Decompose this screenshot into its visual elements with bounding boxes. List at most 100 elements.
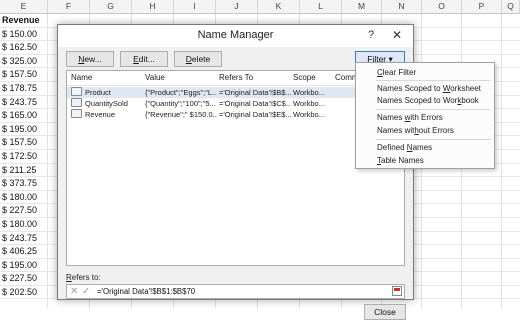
revenue-cell[interactable]: $ 162.50 — [0, 41, 50, 55]
menu-item-defined-names[interactable]: Defined Names — [377, 143, 432, 152]
column-header-e[interactable]: E — [0, 0, 48, 13]
column-header-p[interactable]: P — [462, 0, 502, 13]
revenue-cell[interactable]: $ 150.00 — [0, 28, 50, 42]
revenue-cell[interactable]: $ 157.50 — [0, 136, 50, 150]
refers-to-label: Refers to: — [66, 273, 101, 282]
menu-item-label: ith Errors — [410, 113, 443, 122]
column-header-k[interactable]: K — [258, 0, 300, 13]
menu-item-label-pre: Defined — [377, 143, 407, 152]
column-header-m[interactable]: M — [342, 0, 382, 13]
name-cell: Product — [71, 87, 143, 98]
revenue-cell[interactable]: $ 180.00 — [0, 218, 50, 232]
revenue-cell[interactable]: $ 172.50 — [0, 150, 50, 164]
menu-separator — [376, 109, 491, 110]
menu-item-clear-filter[interactable]: Clear Filter — [377, 68, 416, 77]
refers-to-label-text: efers to: — [71, 273, 101, 282]
column-header-f[interactable]: F — [48, 0, 90, 13]
refers-to-cell: ='Original Data'!$B$... — [219, 88, 291, 97]
revenue-cell[interactable]: $ 165.00 — [0, 109, 50, 123]
column-header-i[interactable]: I — [174, 0, 216, 13]
name-text: QuantitySold — [85, 99, 128, 108]
name-text: Product — [85, 88, 111, 97]
delete-button[interactable]: Delete — [174, 51, 222, 67]
names-list-header: Name Value Refers To Scope Comme — [67, 71, 404, 86]
menu-separator — [376, 80, 491, 81]
menu-item-label-pre: Names Scoped to — [377, 84, 443, 93]
close-button[interactable]: Close — [364, 304, 406, 320]
defined-name-icon — [71, 109, 82, 118]
defined-name-icon — [71, 87, 82, 96]
menu-item-scoped-worksheet[interactable]: Names Scoped to Worksheet — [377, 84, 481, 93]
column-scope-header[interactable]: Scope — [293, 73, 316, 82]
revenue-cell[interactable]: $ 195.00 — [0, 123, 50, 137]
revenue-cell[interactable]: $ 178.75 — [0, 82, 50, 96]
column-headers: E F G H I J K L M N O P Q — [0, 0, 520, 14]
scope-cell: Workbo... — [293, 99, 325, 108]
column-refers-to-header[interactable]: Refers To — [219, 73, 253, 82]
name-row-quantitysold[interactable]: QuantitySold {"Quantity";"100";"5... ='O… — [67, 98, 404, 109]
revenue-cell[interactable]: $ 325.00 — [0, 55, 50, 69]
defined-name-icon — [71, 98, 82, 107]
collapse-dialog-icon[interactable] — [392, 286, 402, 296]
refers-to-cell: ='Original Data'!$C$... — [219, 99, 291, 108]
revenue-cell[interactable]: $ 227.50 — [0, 204, 50, 218]
scope-cell: Workbo... — [293, 88, 325, 97]
scope-cell: Workbo... — [293, 110, 325, 119]
name-row-revenue[interactable]: Revenue {"Revenue";" $150.0... ='Origina… — [67, 109, 404, 120]
refers-to-cell: ='Original Data'!$E$... — [219, 110, 291, 119]
new-button[interactable]: New... — [66, 51, 114, 67]
cancel-icon[interactable]: ✕ — [70, 286, 78, 297]
edit-button[interactable]: Edit... — [120, 51, 168, 67]
value-cell: {"Revenue";" $150.0... — [145, 110, 217, 119]
column-header-j[interactable]: J — [216, 0, 258, 13]
name-row-product[interactable]: Product {"Product";"Eggs";"L... ='Origin… — [67, 87, 404, 98]
menu-item-label: book — [461, 96, 479, 105]
name-cell: QuantitySold — [71, 98, 143, 109]
menu-item-label: out Errors — [418, 126, 454, 135]
menu-item-label-pre: Names Scoped to Wor — [377, 96, 458, 105]
edit-button-label: dit... — [138, 54, 155, 64]
refers-to-box: ✕ ✓ — [66, 284, 405, 299]
revenue-header-cell[interactable]: Revenue — [0, 14, 50, 28]
column-header-q[interactable]: Q — [502, 0, 520, 13]
dialog-titlebar[interactable]: Name Manager ? ✕ — [58, 25, 413, 47]
revenue-cell[interactable]: $ 195.00 — [0, 259, 50, 273]
column-header-n[interactable]: N — [382, 0, 422, 13]
revenue-cell[interactable]: $ 406.25 — [0, 245, 50, 259]
revenue-cell[interactable]: $ 202.50 — [0, 286, 50, 300]
revenue-cell[interactable]: $ 180.00 — [0, 191, 50, 205]
column-value-header[interactable]: Value — [145, 73, 165, 82]
value-cell: {"Quantity";"100";"5... — [145, 99, 216, 108]
revenue-cell[interactable]: $ 227.50 — [0, 272, 50, 286]
menu-item-label: lear Filter — [382, 68, 417, 77]
close-icon[interactable]: ✕ — [392, 28, 402, 42]
menu-item-with-errors[interactable]: Names with Errors — [377, 113, 443, 122]
revenue-cell[interactable]: $ 211.25 — [0, 164, 50, 178]
menu-item-label: able Names — [381, 156, 424, 165]
menu-item-label-pre: Names wit — [377, 126, 415, 135]
column-header-l[interactable]: L — [300, 0, 342, 13]
menu-item-label: orksheet — [450, 84, 481, 93]
help-button[interactable]: ? — [368, 29, 374, 41]
column-name-header[interactable]: Name — [71, 73, 92, 82]
column-header-h[interactable]: H — [132, 0, 174, 13]
value-cell: {"Product";"Eggs";"L... — [145, 88, 217, 97]
name-text: Revenue — [85, 110, 116, 119]
menu-item-scoped-workbook[interactable]: Names Scoped to Workbook — [377, 96, 479, 105]
menu-item-table-names[interactable]: Table Names — [377, 156, 424, 165]
revenue-cell[interactable]: $ 243.75 — [0, 232, 50, 246]
filter-menu: Clear Filter Names Scoped to Worksheet N… — [355, 62, 495, 169]
revenue-cell[interactable]: $ 373.75 — [0, 177, 50, 191]
menu-separator — [376, 139, 491, 140]
name-cell: Revenue — [71, 109, 143, 120]
menu-item-label: ames — [412, 143, 433, 152]
column-header-g[interactable]: G — [90, 0, 132, 13]
check-icon[interactable]: ✓ — [82, 286, 90, 297]
column-header-o[interactable]: O — [422, 0, 462, 13]
revenue-cell[interactable]: $ 243.75 — [0, 96, 50, 110]
revenue-cell[interactable]: $ 157.50 — [0, 68, 50, 82]
new-button-label: ew... — [84, 54, 102, 64]
refers-to-input[interactable] — [97, 286, 387, 297]
menu-item-label-pre: Names — [377, 113, 405, 122]
menu-item-without-errors[interactable]: Names without Errors — [377, 126, 454, 135]
